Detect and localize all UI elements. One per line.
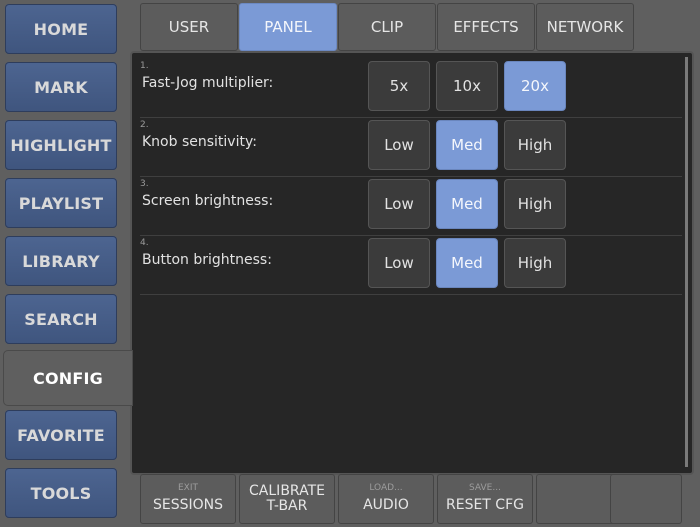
sidebar-item-mark[interactable]: MARK	[5, 62, 117, 112]
sidebar: HOME MARK HIGHLIGHT PLAYLIST LIBRARY SEA…	[0, 0, 133, 527]
button-caption: SAVE...	[469, 483, 501, 494]
button-label-line2: T-BAR	[266, 498, 308, 514]
option-10x-button[interactable]: 10x	[436, 61, 498, 111]
button-caption: LOAD...	[369, 483, 403, 494]
setting-row-button-brightness: 4. Button brightness: Low Med High	[140, 236, 682, 295]
option-20x-button[interactable]: 20x	[504, 61, 566, 111]
setting-label: Knob sensitivity:	[142, 134, 257, 150]
option-med-button[interactable]: Med	[436, 120, 498, 170]
empty-button-2[interactable]	[610, 474, 682, 524]
option-high-button[interactable]: High	[504, 179, 566, 229]
option-5x-button[interactable]: 5x	[368, 61, 430, 111]
sidebar-item-tools[interactable]: TOOLS	[5, 468, 117, 518]
button-label-line1: CALIBRATE	[249, 482, 325, 499]
setting-label: Button brightness:	[142, 252, 272, 268]
option-high-button[interactable]: High	[504, 120, 566, 170]
setting-label: Screen brightness:	[142, 193, 274, 209]
row-number: 3.	[140, 179, 149, 189]
setting-row-knob-sensitivity: 2. Knob sensitivity: Low Med High	[140, 118, 682, 177]
button-caption: EXIT	[177, 483, 198, 494]
sidebar-item-library[interactable]: LIBRARY	[5, 236, 117, 286]
option-low-button[interactable]: Low	[368, 238, 430, 288]
load-audio-button[interactable]: LOAD... AUDIO	[338, 474, 434, 524]
button-label: RESET CFG	[446, 497, 524, 514]
setting-row-screen-brightness: 3. Screen brightness: Low Med High	[140, 177, 682, 236]
row-number: 1.	[140, 61, 149, 71]
setting-row-fast-jog: 1. Fast-Jog multiplier: 5x 10x 20x	[140, 59, 682, 118]
sidebar-item-config[interactable]: CONFIG	[3, 350, 133, 406]
row-number: 4.	[140, 238, 149, 248]
calibrate-tbar-button[interactable]: CALIBRATE T-BAR	[239, 474, 335, 524]
option-low-button[interactable]: Low	[368, 179, 430, 229]
exit-sessions-button[interactable]: EXIT SESSIONS	[140, 474, 236, 524]
sidebar-item-favorite[interactable]: FAVORITE	[5, 410, 117, 460]
sidebar-item-playlist[interactable]: PLAYLIST	[5, 178, 117, 228]
main-area: USER PANEL CLIP EFFECTS NETWORK 1. Fast-…	[122, 0, 700, 527]
option-med-button[interactable]: Med	[436, 238, 498, 288]
save-reset-cfg-button[interactable]: SAVE... RESET CFG	[437, 474, 533, 524]
sidebar-item-highlight[interactable]: HIGHLIGHT	[5, 120, 117, 170]
scrollbar[interactable]	[685, 57, 688, 467]
tab-effects[interactable]: EFFECTS	[437, 3, 535, 51]
settings-panel: 1. Fast-Jog multiplier: 5x 10x 20x 2. Kn…	[130, 51, 694, 475]
tab-panel[interactable]: PANEL	[239, 3, 337, 51]
button-label: SESSIONS	[152, 497, 223, 514]
setting-label: Fast-Jog multiplier:	[142, 75, 274, 91]
row-number: 2.	[140, 120, 149, 130]
option-med-button[interactable]: Med	[436, 179, 498, 229]
tab-clip[interactable]: CLIP	[338, 3, 436, 51]
sidebar-item-home[interactable]: HOME	[5, 4, 117, 54]
tab-user[interactable]: USER	[140, 3, 238, 51]
button-label: AUDIO	[363, 497, 409, 514]
sidebar-item-search[interactable]: SEARCH	[5, 294, 117, 344]
option-high-button[interactable]: High	[504, 238, 566, 288]
tab-network[interactable]: NETWORK	[536, 3, 634, 51]
option-low-button[interactable]: Low	[368, 120, 430, 170]
